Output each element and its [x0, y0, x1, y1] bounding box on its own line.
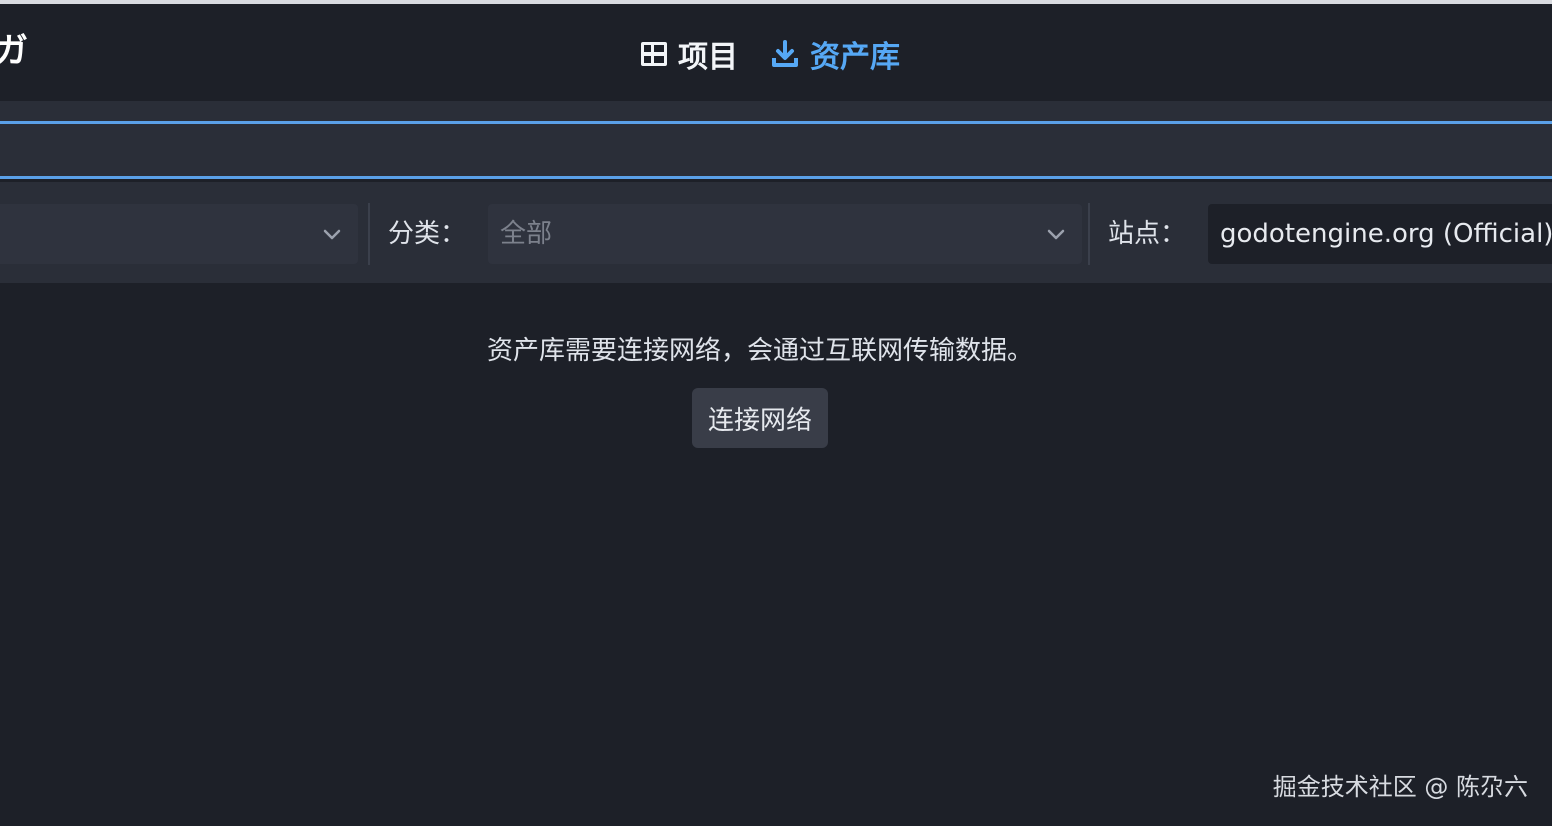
filter-divider — [1088, 203, 1090, 265]
category-select[interactable]: 全部 — [488, 204, 1082, 264]
sort-select[interactable] — [0, 204, 358, 264]
download-icon — [770, 39, 800, 69]
tab-asset-library-label: 资产库 — [810, 40, 900, 75]
site-select[interactable]: godotengine.org (Official) — [1208, 204, 1552, 264]
asset-library-page: ガ 项目 资产库 分类： 全部 站点： godotengine.org (Off… — [0, 0, 1552, 826]
tab-projects-label: 项目 — [678, 40, 738, 75]
project-manager-header: ガ 项目 资产库 — [0, 4, 1552, 101]
category-value: 全部 — [500, 219, 553, 249]
site-value: godotengine.org (Official) — [1220, 219, 1552, 249]
chevron-down-icon — [320, 222, 344, 250]
cut-off-window-title: ガ — [0, 31, 28, 71]
filter-divider — [368, 203, 370, 265]
chevron-down-icon — [1044, 222, 1068, 250]
main-tabs: 项目 资产库 — [640, 32, 900, 76]
watermark-text: 掘金技术社区 @ 陈尕六 — [1272, 773, 1528, 801]
category-label: 分类： — [388, 219, 467, 249]
tab-projects[interactable]: 项目 — [640, 32, 738, 76]
asset-search-input[interactable] — [0, 121, 1552, 179]
site-label: 站点： — [1108, 219, 1187, 249]
network-required-message: 资产库需要连接网络，会通过互联网传输数据。 — [486, 336, 1033, 366]
tab-asset-library[interactable]: 资产库 — [770, 32, 900, 76]
filter-bar: 分类： 全部 站点： godotengine.org (Official) — [0, 182, 1552, 283]
connect-network-button[interactable]: 连接网络 — [692, 388, 828, 448]
project-list-icon — [640, 40, 668, 68]
toolbar-gap — [0, 101, 1552, 121]
